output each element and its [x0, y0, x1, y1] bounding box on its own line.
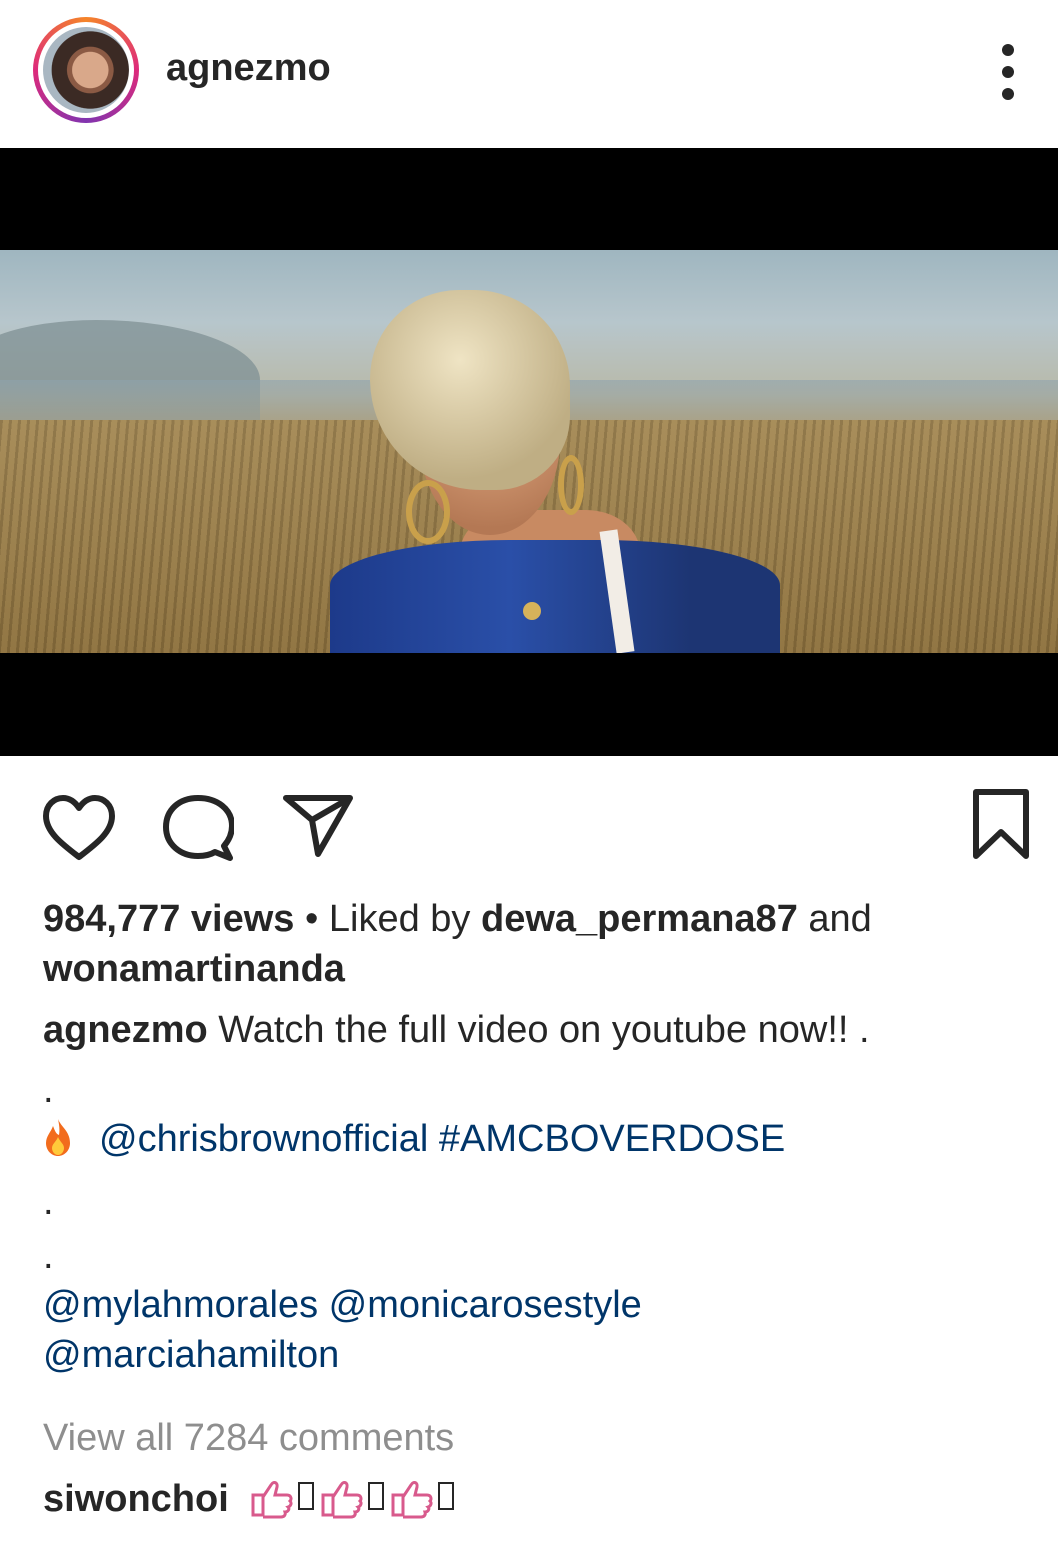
caption-dot: .: [43, 1069, 54, 1111]
liked-by-label: Liked by: [328, 898, 471, 940]
video-subject: [330, 290, 790, 653]
mention-link[interactable]: @monicarosestyle: [329, 1284, 642, 1326]
liked-by-and: and: [808, 898, 872, 940]
views-count[interactable]: 984,777 views: [43, 898, 294, 940]
hashtag-link[interactable]: #AMCBOVERDOSE: [439, 1118, 785, 1160]
avatar-frame: [38, 22, 134, 118]
subject-shirt: [330, 540, 780, 653]
caption-line: agnezmo Watch the full video on youtube …: [43, 1005, 1023, 1055]
caption-text: Watch the full video on youtube now!! .: [218, 1009, 870, 1051]
post-username[interactable]: agnezmo: [166, 47, 331, 90]
liked-by-user[interactable]: dewa_permana87: [481, 898, 798, 940]
subject-earring-right: [558, 455, 584, 515]
action-bar: [0, 756, 1058, 886]
view-all-comments-link[interactable]: View all 7284 comments: [43, 1413, 1023, 1463]
post-video[interactable]: [0, 148, 1058, 756]
video-frame: [0, 250, 1058, 653]
comment-icon[interactable]: [162, 794, 234, 862]
mention-link[interactable]: @marciahamilton: [43, 1334, 339, 1376]
subject-pendant: [523, 602, 541, 620]
caption-dot: .: [43, 1181, 54, 1223]
caption-author[interactable]: agnezmo: [43, 1009, 208, 1051]
caption-mentions: @mylahmorales @monicarosestyle @marciaha…: [43, 1280, 1023, 1380]
thumbs-up-icon: [251, 1481, 455, 1519]
caption-dot: .: [43, 1235, 54, 1277]
mention-link[interactable]: @chrisbrownofficial: [99, 1118, 428, 1160]
heart-icon[interactable]: [42, 794, 116, 862]
post-header: agnezmo: [0, 0, 1058, 148]
more-options-icon[interactable]: [995, 44, 1021, 100]
comment-author[interactable]: siwonchoi: [43, 1478, 229, 1520]
comment-emoji-group: [249, 1475, 459, 1532]
subject-hair: [370, 290, 570, 490]
caption-tags-line: @chrisbrownofficial #AMCBOVERDOSE: [43, 1114, 1023, 1164]
comment-row: siwonchoi: [43, 1474, 1023, 1532]
subject-earring-left: [406, 480, 450, 544]
story-ring[interactable]: [33, 17, 139, 123]
bookmark-icon[interactable]: [972, 788, 1030, 860]
likes-summary: 984,777 views • Liked by dewa_permana87 …: [43, 894, 1023, 994]
separator-dot: •: [305, 898, 319, 940]
fire-icon: [43, 1117, 73, 1157]
mention-link[interactable]: @mylahmorales: [43, 1284, 318, 1326]
share-icon[interactable]: [282, 794, 354, 860]
avatar: [43, 27, 129, 113]
liked-by-user[interactable]: wonamartinanda: [43, 948, 345, 990]
